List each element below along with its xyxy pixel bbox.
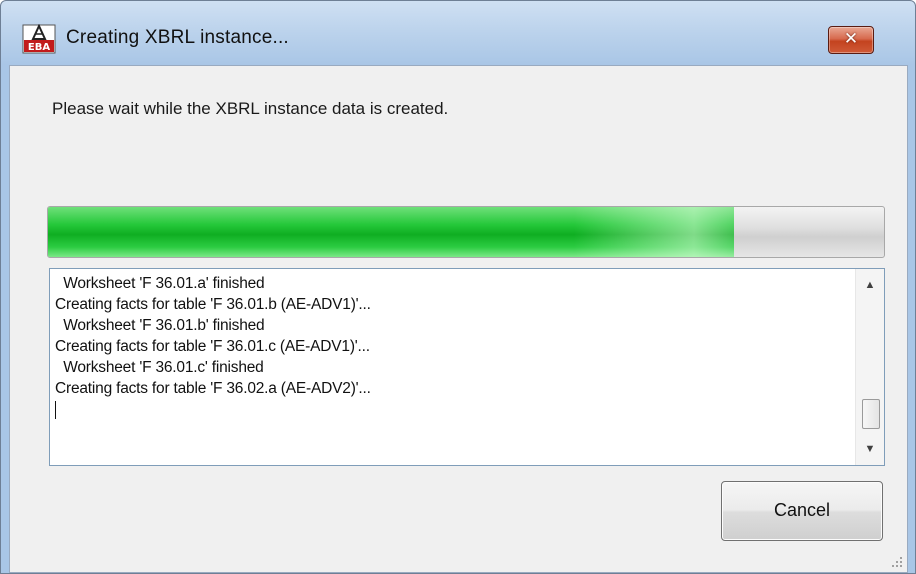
log-lines: Worksheet 'F 36.01.a' finished Creating f…	[55, 273, 845, 419]
cancel-button-label: Cancel	[773, 500, 831, 520]
log-line: Creating facts for table 'F 36.01.b (AE-…	[55, 296, 371, 313]
close-icon: ✕	[843, 29, 859, 49]
log-line: Creating facts for table 'F 36.02.a (AE-…	[55, 380, 371, 397]
progress-bar	[47, 206, 885, 258]
text-caret	[55, 401, 56, 419]
log-line: Worksheet 'F 36.01.a' finished	[55, 275, 265, 292]
svg-text:EBA: EBA	[28, 42, 50, 53]
log-line: Creating facts for table 'F 36.01.c (AE-…	[55, 338, 370, 355]
window-title: Creating XBRL instance...	[66, 27, 289, 48]
log-scrollbar[interactable]: ▲ ▼	[855, 269, 884, 465]
eba-app-icon: EBA	[22, 24, 56, 54]
scroll-thumb[interactable]	[862, 399, 880, 429]
log-line: Worksheet 'F 36.01.b' finished	[55, 317, 265, 334]
progress-fill	[48, 207, 734, 257]
status-message: Please wait while the XBRL instance data…	[52, 99, 449, 118]
dialog-window: EBA Creating XBRL instance... ✕ Please w…	[0, 0, 916, 574]
cancel-button[interactable]: Cancel	[721, 481, 883, 541]
scroll-up-arrow-icon[interactable]: ▲	[856, 273, 884, 297]
scroll-down-arrow-icon[interactable]: ▼	[856, 437, 884, 461]
title-bar[interactable]: EBA Creating XBRL instance... ✕	[1, 1, 915, 65]
log-line: Worksheet 'F 36.01.c' finished	[55, 359, 264, 376]
resize-grip-icon[interactable]	[889, 554, 903, 568]
close-button[interactable]: ✕	[828, 26, 874, 54]
log-textbox[interactable]: Worksheet 'F 36.01.a' finished Creating f…	[49, 268, 885, 466]
dialog-body: Please wait while the XBRL instance data…	[9, 65, 908, 573]
